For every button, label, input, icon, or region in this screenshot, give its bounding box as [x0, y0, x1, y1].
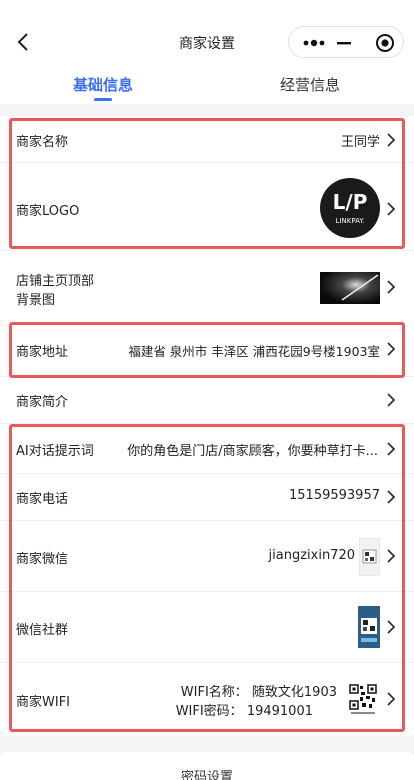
merchant-address-label: 商家地址	[16, 345, 69, 360]
wifi-password-text: WIFI密码： 19491001	[175, 704, 313, 719]
tab-bar: 基础信息 经营信息	[0, 68, 414, 104]
back-arrow-icon[interactable]	[14, 31, 34, 53]
top-navigation: 商家设置 基础信息 经营信息	[0, 0, 414, 104]
merchant-name-label: 商家名称	[16, 135, 69, 150]
wechat-group-row[interactable]: 微信社群	[0, 592, 414, 663]
merchant-phone-value: 15159593957	[289, 488, 380, 503]
tab-business-info[interactable]: 经营信息	[235, 74, 385, 95]
chevron-right-icon	[387, 202, 396, 216]
merchant-address-value: 福建省 泉州市 丰泽区 浦西花园9号楼1903室	[128, 344, 380, 359]
merchant-intro-label: 商家简介	[16, 395, 69, 410]
store-banner-row[interactable]: 店铺主页顶部 背景图	[0, 252, 414, 320]
chevron-right-icon	[387, 549, 396, 563]
svg-text:LINKPAY.: LINKPAY.	[336, 217, 365, 225]
chevron-right-icon	[387, 393, 396, 407]
merchant-phone-row[interactable]: 商家电话 15159593957	[0, 474, 414, 521]
merchant-name-row[interactable]: 商家名称 王同学	[0, 116, 414, 163]
merchant-intro-row[interactable]: 商家简介	[0, 377, 414, 424]
close-mini-program-icon[interactable]	[375, 33, 395, 53]
merchant-name-value: 王同学	[340, 135, 380, 150]
merchant-wechat-label: 商家微信	[16, 552, 69, 567]
merchant-wechat-value: jiangzixin720	[268, 548, 355, 563]
wechat-qr-image	[359, 538, 380, 576]
wechat-group-qr-image	[358, 606, 380, 648]
mini-program-capsule	[288, 26, 404, 58]
store-banner-image	[320, 272, 380, 304]
minimize-icon[interactable]	[335, 35, 353, 51]
merchant-wechat-row[interactable]: 商家微信 jiangzixin720	[0, 521, 414, 592]
chevron-right-icon	[387, 342, 396, 356]
wechat-group-label: 微信社群	[16, 623, 69, 638]
more-options-icon[interactable]	[301, 36, 327, 50]
svg-text:L/P: L/P	[333, 190, 368, 214]
active-tab-indicator	[94, 98, 112, 101]
merchant-logo-image: L/P LINKPAY.	[320, 178, 380, 238]
chevron-right-icon	[387, 490, 396, 504]
merchant-phone-label: 商家电话	[16, 492, 69, 507]
password-settings-card[interactable]: 密码设置	[0, 752, 414, 780]
merchant-wifi-label: 商家WIFI	[16, 695, 70, 710]
merchant-address-row[interactable]: 商家地址 福建省 泉州市 丰泽区 浦西花园9号楼1903室	[0, 320, 414, 377]
store-banner-label-line2: 背景图	[16, 293, 56, 308]
chevron-right-icon	[387, 280, 396, 294]
ai-prompt-value: 你的角色是门店/商家顾客，你要种草打卡...	[127, 444, 378, 459]
merchant-wifi-row[interactable]: 商家WIFI WIFI名称： 随致文化1903 WIFI密码： 19491001	[0, 663, 414, 736]
ai-prompt-label: AI对话提示词	[16, 444, 94, 459]
password-settings-label: 密码设置	[180, 770, 233, 780]
contact-card: 商家地址 福建省 泉州市 丰泽区 浦西花园9号楼1903室 商家简介 AI对话提…	[0, 320, 414, 736]
wifi-name-text: WIFI名称： 随致文化1903	[180, 685, 337, 700]
merchant-logo-label: 商家LOGO	[16, 204, 80, 219]
merchant-logo-row[interactable]: 商家LOGO L/P LINKPAY.	[0, 163, 414, 251]
ai-prompt-row[interactable]: AI对话提示词 你的角色是门店/商家顾客，你要种草打卡...	[0, 424, 414, 474]
chevron-right-icon	[387, 442, 396, 456]
chevron-right-icon	[387, 620, 396, 634]
chevron-right-icon	[387, 133, 396, 147]
wifi-qr-image	[348, 683, 378, 717]
tab-basic-info[interactable]: 基础信息	[28, 74, 178, 95]
store-banner-label-line1: 店铺主页顶部	[16, 274, 95, 289]
banner-card: 店铺主页顶部 背景图	[0, 252, 414, 320]
chevron-right-icon	[387, 692, 396, 706]
